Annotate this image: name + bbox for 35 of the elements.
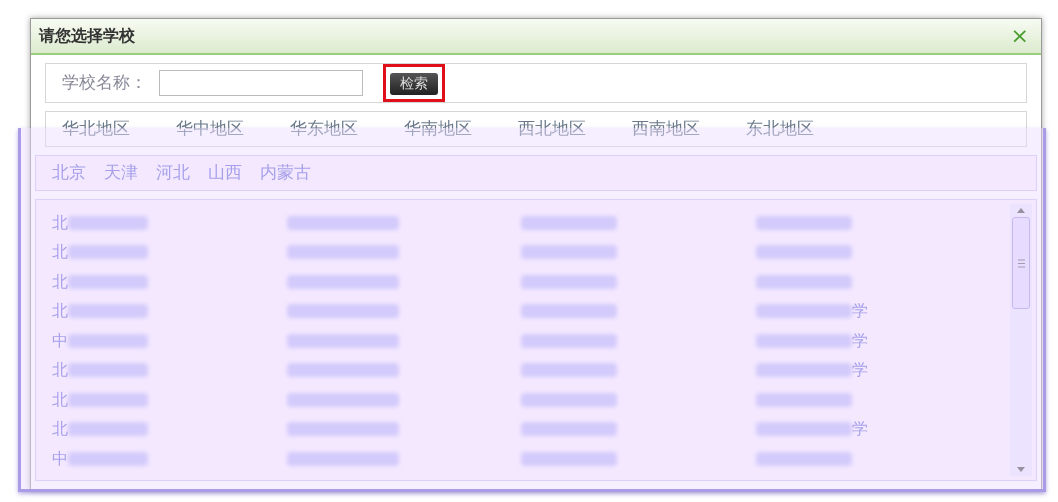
province-link[interactable]: 河北 bbox=[156, 160, 190, 186]
school-link[interactable]: 中 bbox=[52, 332, 68, 349]
region-tab[interactable]: 西北地区 bbox=[518, 116, 606, 142]
scroll-down-icon[interactable] bbox=[1017, 467, 1025, 472]
scroll-up-icon[interactable] bbox=[1017, 208, 1025, 213]
region-tab[interactable]: 华南地区 bbox=[404, 116, 492, 142]
province-link[interactable]: 内蒙古 bbox=[260, 160, 311, 186]
region-tab[interactable]: 华北地区 bbox=[62, 116, 150, 142]
scroll-thumb[interactable] bbox=[1012, 217, 1030, 309]
school-link[interactable]: 学 bbox=[851, 332, 868, 349]
school-link[interactable]: 北 bbox=[52, 391, 68, 408]
school-link[interactable]: 中 bbox=[52, 450, 68, 467]
close-button[interactable]: × bbox=[1006, 25, 1033, 47]
province-link[interactable]: 天津 bbox=[104, 160, 138, 186]
window-title: 请您选择学校 bbox=[39, 25, 135, 47]
region-tab[interactable]: 华中地区 bbox=[176, 116, 264, 142]
grip-icon bbox=[1017, 258, 1025, 268]
school-link[interactable]: 北 bbox=[52, 244, 68, 261]
scrollbar[interactable] bbox=[1010, 204, 1032, 476]
school-link[interactable]: 学 bbox=[851, 303, 868, 320]
school-link[interactable]: 北 bbox=[52, 303, 68, 320]
school-link[interactable]: 北 bbox=[52, 214, 68, 231]
region-tab[interactable]: 东北地区 bbox=[746, 116, 834, 142]
region-tab[interactable]: 西南地区 bbox=[632, 116, 720, 142]
input-field[interactable] bbox=[159, 70, 363, 96]
province-link[interactable]: 山西 bbox=[208, 160, 242, 186]
region-tab[interactable]: 华东地区 bbox=[290, 116, 378, 142]
school-link[interactable]: 学 bbox=[851, 362, 868, 379]
school-link[interactable]: 北 bbox=[52, 421, 68, 438]
school-link[interactable]: 北 bbox=[52, 273, 68, 290]
field-label: 学校名称： bbox=[62, 71, 147, 95]
school-link[interactable]: 北 bbox=[52, 362, 68, 379]
province-link[interactable]: 北京 bbox=[52, 160, 86, 186]
school-link[interactable]: 学 bbox=[851, 421, 868, 438]
search-button[interactable]: 检索 bbox=[390, 72, 438, 95]
